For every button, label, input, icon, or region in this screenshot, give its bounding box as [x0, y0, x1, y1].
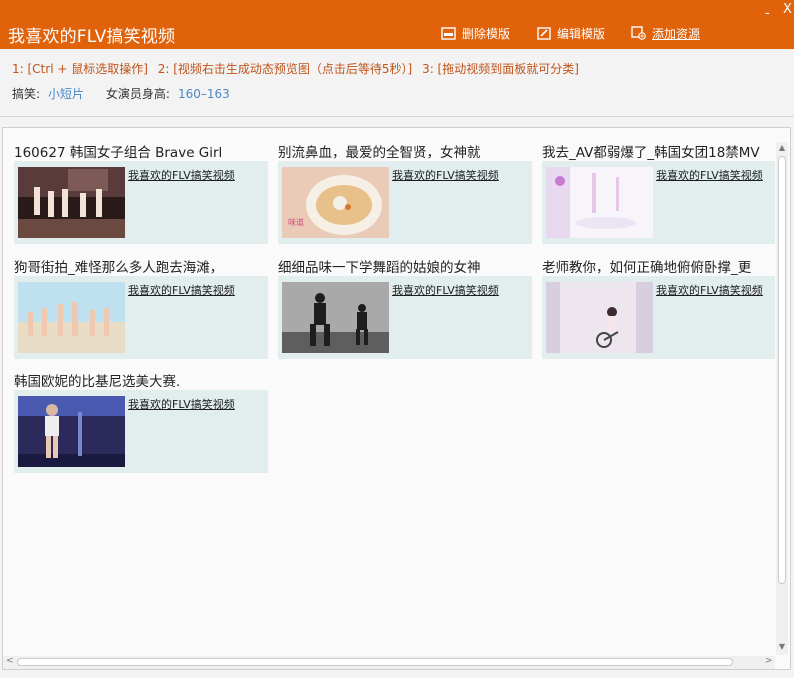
video-category-link[interactable]: 我喜欢的FLV搞笑视频 [128, 167, 235, 183]
video-card[interactable]: 我喜欢的FLV搞笑视频 [14, 161, 268, 244]
instruction-step2: 2: [视频右击生成动态预览图（点击后等待5秒）] [157, 62, 413, 76]
add-resource-label: 添加资源 [652, 26, 701, 41]
edit-icon [537, 26, 551, 40]
close-button[interactable]: X [783, 2, 792, 17]
vertical-scroll-thumb[interactable] [778, 156, 786, 584]
video-title: 我去_AV都弱爆了_韩国女团18禁MV [542, 145, 760, 161]
instruction-step1: 1: [Ctrl + 鼠标选取操作] [12, 62, 148, 76]
scroll-right-icon[interactable]: > [765, 656, 773, 666]
category-label: 搞笑: [12, 87, 41, 101]
video-title: 狗哥街拍_难怪那么多人跑去海滩， [14, 260, 224, 276]
svg-text:味道: 味道 [288, 217, 304, 227]
edit-template-label: 编辑模版 [557, 26, 606, 41]
video-category-link[interactable]: 我喜欢的FLV搞笑视频 [656, 282, 763, 298]
add-resource-icon [631, 26, 646, 40]
delete-template-button[interactable]: 删除模版 [441, 24, 510, 42]
video-title: 160627 韩国女子组合 Brave Girl [14, 145, 223, 161]
title-bar: 我喜欢的FLV搞笑视频 删除模版 编辑模版 添加资源 - X [0, 0, 794, 49]
instruction-step3: 3: [拖动视频到面板就可分类] [422, 62, 579, 76]
video-card[interactable]: 我喜欢的FLV搞笑视频 [542, 276, 775, 359]
video-title: 别流鼻血，最爱的全智贤，女神就 [278, 145, 481, 161]
vertical-scrollbar[interactable]: ▲ ▼ [776, 142, 788, 655]
template-icon [441, 26, 456, 40]
height-filter-link[interactable]: 160–163 [178, 87, 230, 101]
delete-template-label: 删除模版 [462, 26, 511, 41]
video-category-link[interactable]: 我喜欢的FLV搞笑视频 [392, 167, 499, 183]
video-thumbnail[interactable] [282, 282, 389, 353]
add-resource-button[interactable]: 添加资源 [631, 24, 700, 42]
divider [0, 116, 794, 117]
video-card[interactable]: 我喜欢的FLV搞笑视频 [14, 276, 268, 359]
video-thumbnail[interactable] [18, 282, 125, 353]
horizontal-scrollbar[interactable]: < > [3, 656, 775, 669]
horizontal-scroll-thumb[interactable] [17, 658, 733, 666]
edit-template-button[interactable]: 编辑模版 [537, 24, 605, 42]
video-card[interactable]: 味道 我喜欢的FLV搞笑视频 [278, 161, 532, 244]
video-thumbnail[interactable]: 味道 [282, 167, 389, 238]
video-title: 韩国欧妮的比基尼选美大赛. [14, 374, 181, 390]
video-title: 细细品味一下学舞蹈的姑娘的女神 [278, 260, 481, 276]
minimize-button[interactable]: - [765, 6, 770, 21]
window-title: 我喜欢的FLV搞笑视频 [8, 27, 176, 47]
height-label: 女演员身高: [105, 87, 170, 101]
video-thumbnail[interactable] [18, 167, 125, 238]
video-card[interactable]: 我喜欢的FLV搞笑视频 [14, 390, 268, 473]
video-card[interactable]: 我喜欢的FLV搞笑视频 [278, 276, 532, 359]
video-category-link[interactable]: 我喜欢的FLV搞笑视频 [392, 282, 499, 298]
video-category-link[interactable]: 我喜欢的FLV搞笑视频 [128, 282, 235, 298]
video-title: 老师教你，如何正确地俯俯卧撑_更 [542, 260, 752, 276]
video-category-link[interactable]: 我喜欢的FLV搞笑视频 [128, 396, 235, 412]
filter-bar: 搞笑: 小短片 女演员身高: 160–163 [12, 85, 248, 102]
video-thumbnail[interactable] [546, 282, 653, 353]
category-filter-link[interactable]: 小短片 [48, 87, 84, 101]
video-card[interactable]: 我喜欢的FLV搞笑视频 [542, 161, 775, 244]
scroll-left-icon[interactable]: < [6, 656, 14, 666]
scroll-down-icon[interactable]: ▼ [776, 642, 788, 651]
video-thumbnail[interactable] [18, 396, 125, 467]
scroll-up-icon[interactable]: ▲ [776, 143, 788, 152]
video-thumbnail[interactable] [546, 167, 653, 238]
instructions: 1: [Ctrl + 鼠标选取操作] 2: [视频右击生成动态预览图（点击后等待… [12, 60, 585, 77]
video-category-link[interactable]: 我喜欢的FLV搞笑视频 [656, 167, 763, 183]
